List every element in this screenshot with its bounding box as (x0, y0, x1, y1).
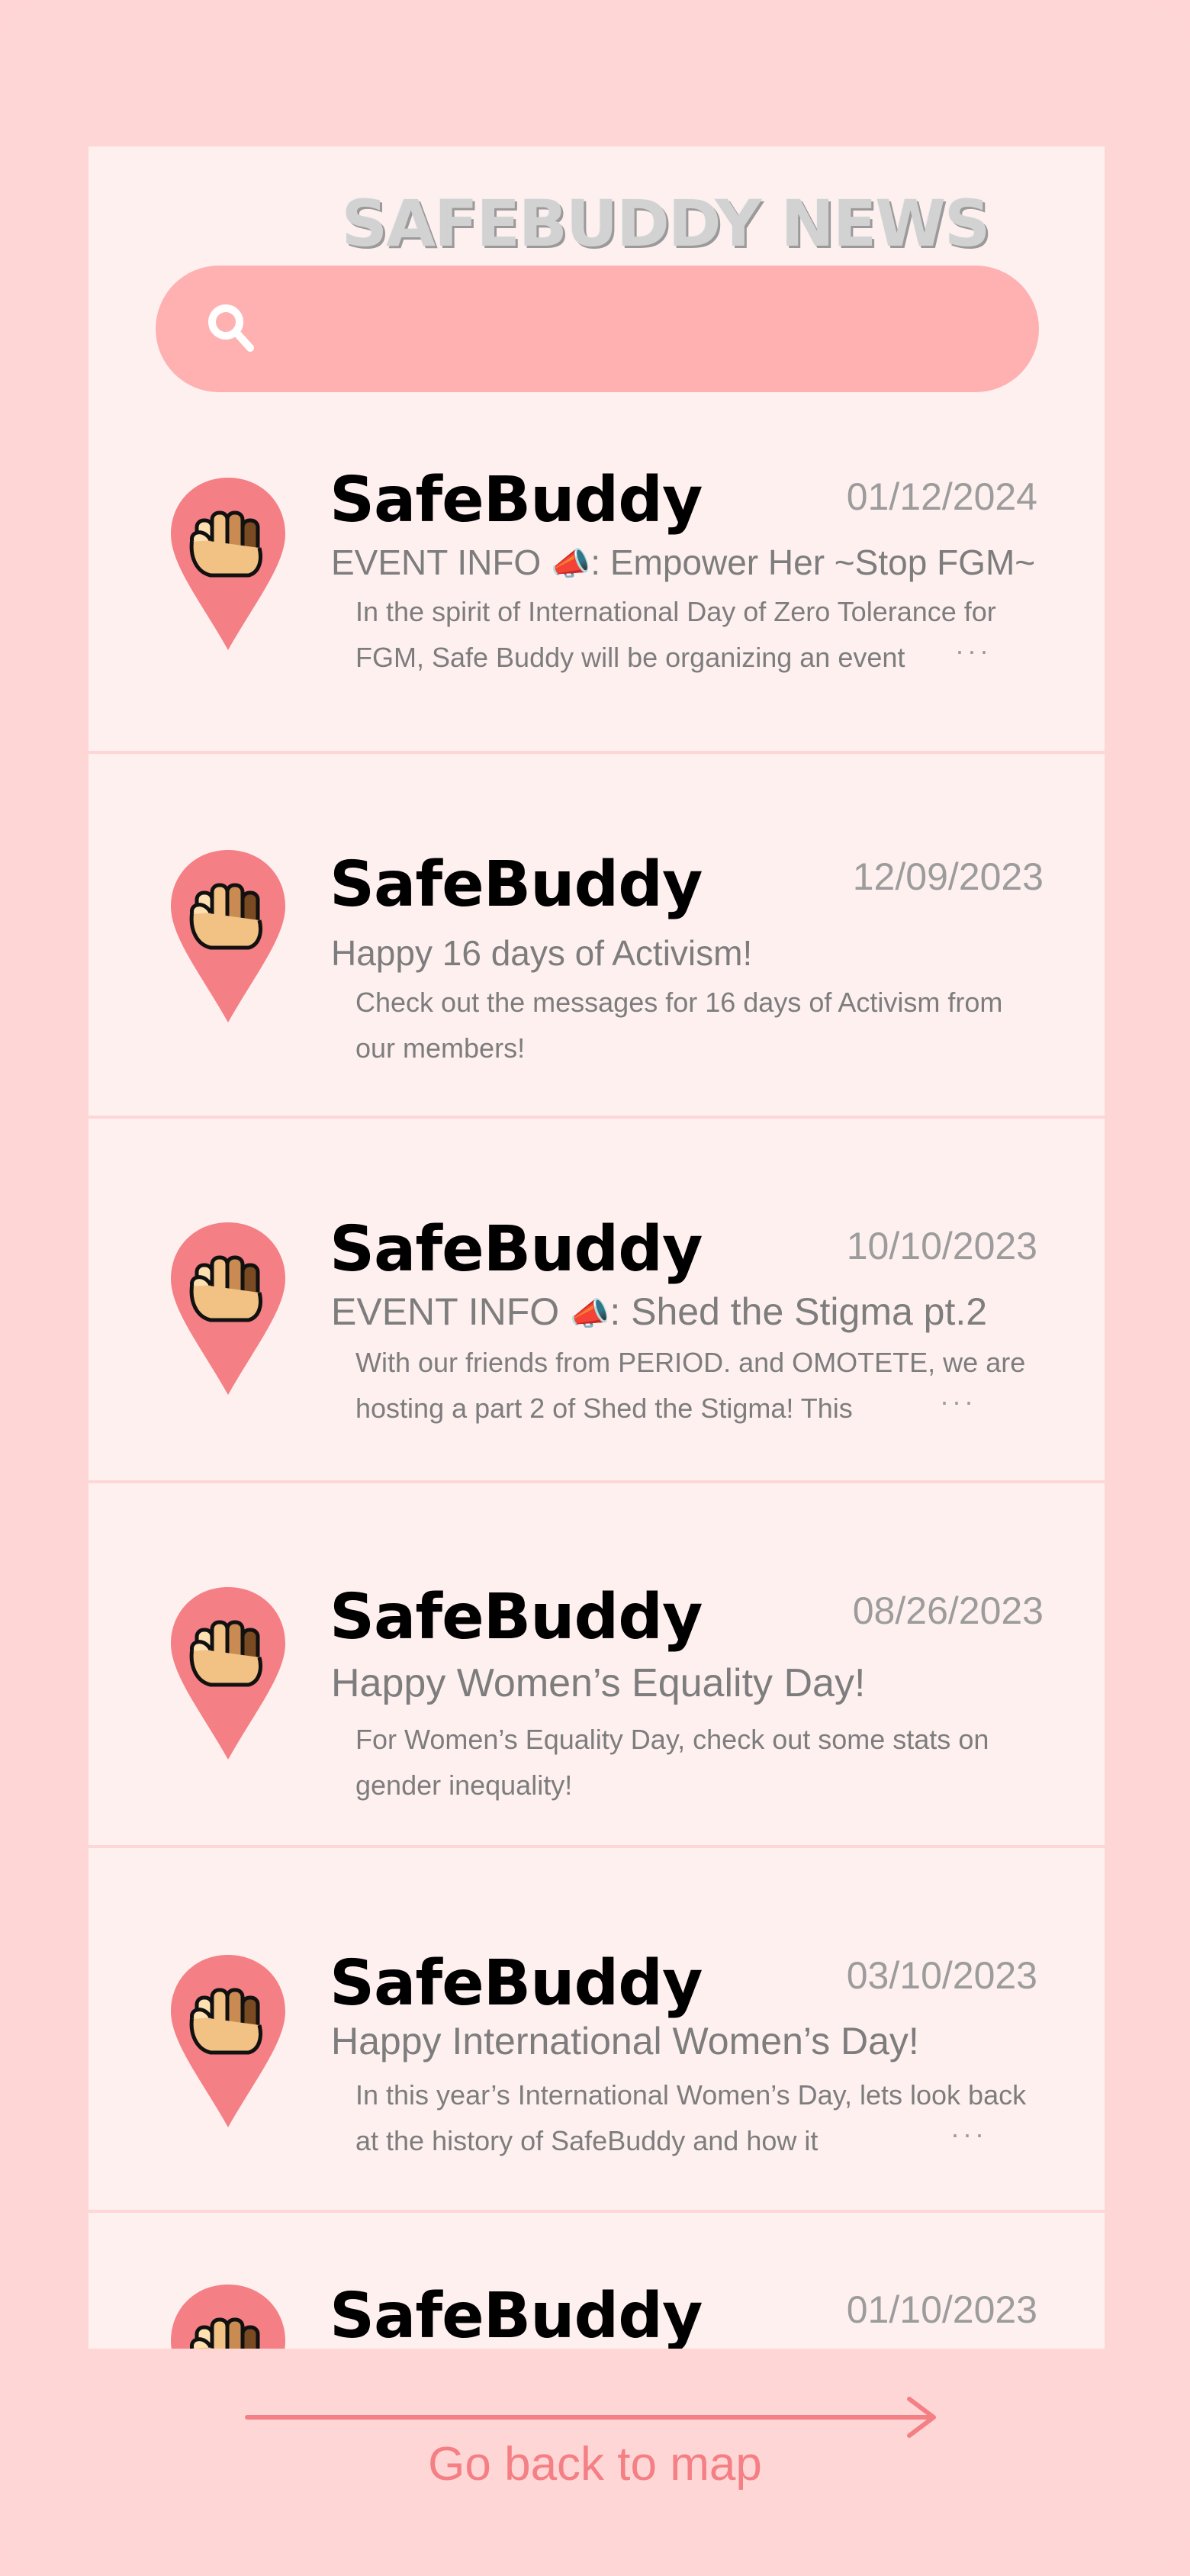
news-item[interactable]: SafeBuddy 08/26/2023 Happy Women’s Equal… (88, 1483, 1105, 1848)
news-item-date: 10/10/2023 (846, 1225, 1037, 1267)
news-item[interactable]: SafeBuddy 01/12/2024 EVENT INFO 📣: Empow… (88, 414, 1105, 754)
headline-text: : Shed the Stigma pt.2 (609, 1290, 988, 1333)
news-item-headline: EVENT INFO 📣: Shed the Stigma pt.2 (331, 1290, 987, 1334)
news-item-date: 03/10/2023 (846, 1954, 1037, 1997)
news-item-title: SafeBuddy (330, 1947, 703, 2020)
news-item[interactable]: SafeBuddy 10/10/2023 EVENT INFO 📣: Shed … (88, 1119, 1105, 1483)
news-item-headline: EVENT INFO 📣: Empower Her ~Stop FGM~ (331, 542, 1035, 583)
megaphone-icon: 📣 (570, 1296, 610, 1331)
news-item-title: SafeBuddy (330, 1581, 703, 1653)
news-item-title: SafeBuddy (330, 1213, 703, 1286)
news-item-body: With our friends from PERIOD. and OMOTET… (355, 1347, 1026, 1424)
fist-location-pin-icon (166, 1218, 290, 1399)
news-item-title: SafeBuddy (330, 2280, 703, 2349)
news-item[interactable]: SafeBuddy 03/10/2023 Happy International… (88, 1848, 1105, 2213)
fist-location-pin-icon (166, 845, 290, 1027)
more-indicator[interactable]: ··· (955, 635, 992, 667)
news-panel: SAFEBUDDY NEWS SafeBuddy 01/12/2024 EVEN… (88, 147, 1105, 2349)
news-item-body: For Women’s Equality Day, check out some… (355, 1724, 989, 1801)
news-item-body: In this year’s International Women’s Day… (355, 2079, 1027, 2156)
headline-text: Happy Women’s Equality Day! (331, 1661, 866, 1705)
news-item-date: 01/10/2023 (846, 2288, 1037, 2331)
news-item[interactable]: SafeBuddy 12/09/2023 Happy 16 days of Ac… (88, 754, 1105, 1119)
page-title: SAFEBUDDY NEWS (341, 186, 991, 261)
back-to-map-link[interactable]: Go back to map (0, 2437, 1190, 2491)
news-item-headline: Happy Women’s Equality Day! (331, 1660, 865, 1706)
news-item-headline: Happy International Women’s Day! (331, 2019, 919, 2063)
news-item-title: SafeBuddy (330, 848, 703, 921)
footer: Go back to map (0, 2349, 1190, 2576)
news-item-body: Check out the messages for 16 days of Ac… (355, 987, 1003, 1064)
news-item-date: 08/26/2023 (852, 1589, 1044, 1632)
megaphone-icon: 📣 (550, 546, 591, 581)
fist-location-pin-icon (166, 1583, 290, 1764)
news-item-date: 12/09/2023 (852, 855, 1044, 898)
more-indicator[interactable]: ··· (950, 2118, 987, 2150)
news-item-body: In the spirit of International Day of Ze… (355, 596, 996, 673)
search-bar[interactable] (156, 266, 1039, 392)
headline-text: : Empower Her ~Stop FGM~ (590, 543, 1036, 582)
news-item-title: SafeBuddy (330, 464, 703, 536)
news-list: SafeBuddy 01/12/2024 EVENT INFO 📣: Empow… (88, 414, 1105, 2349)
headline-text: Happy International Women’s Day! (331, 2020, 919, 2062)
news-item-headline: Happy 16 days of Activism! (331, 932, 752, 974)
headline-text: Happy 16 days of Activism! (331, 933, 753, 973)
fist-location-pin-icon (166, 1950, 290, 2132)
news-item[interactable]: SafeBuddy 01/10/2023 (88, 2213, 1105, 2349)
more-indicator[interactable]: ··· (940, 1386, 976, 1418)
fist-location-pin-icon (166, 2280, 290, 2349)
news-item-date: 01/12/2024 (846, 475, 1037, 518)
headline-text: EVENT INFO (331, 543, 551, 582)
headline-text: EVENT INFO (331, 1290, 571, 1333)
search-icon[interactable] (203, 299, 264, 360)
app-frame: SAFEBUDDY NEWS SafeBuddy 01/12/2024 EVEN… (0, 0, 1190, 2576)
arrow-right-icon[interactable] (244, 2394, 940, 2440)
search-input[interactable] (278, 288, 1013, 371)
fist-location-pin-icon (166, 473, 290, 655)
